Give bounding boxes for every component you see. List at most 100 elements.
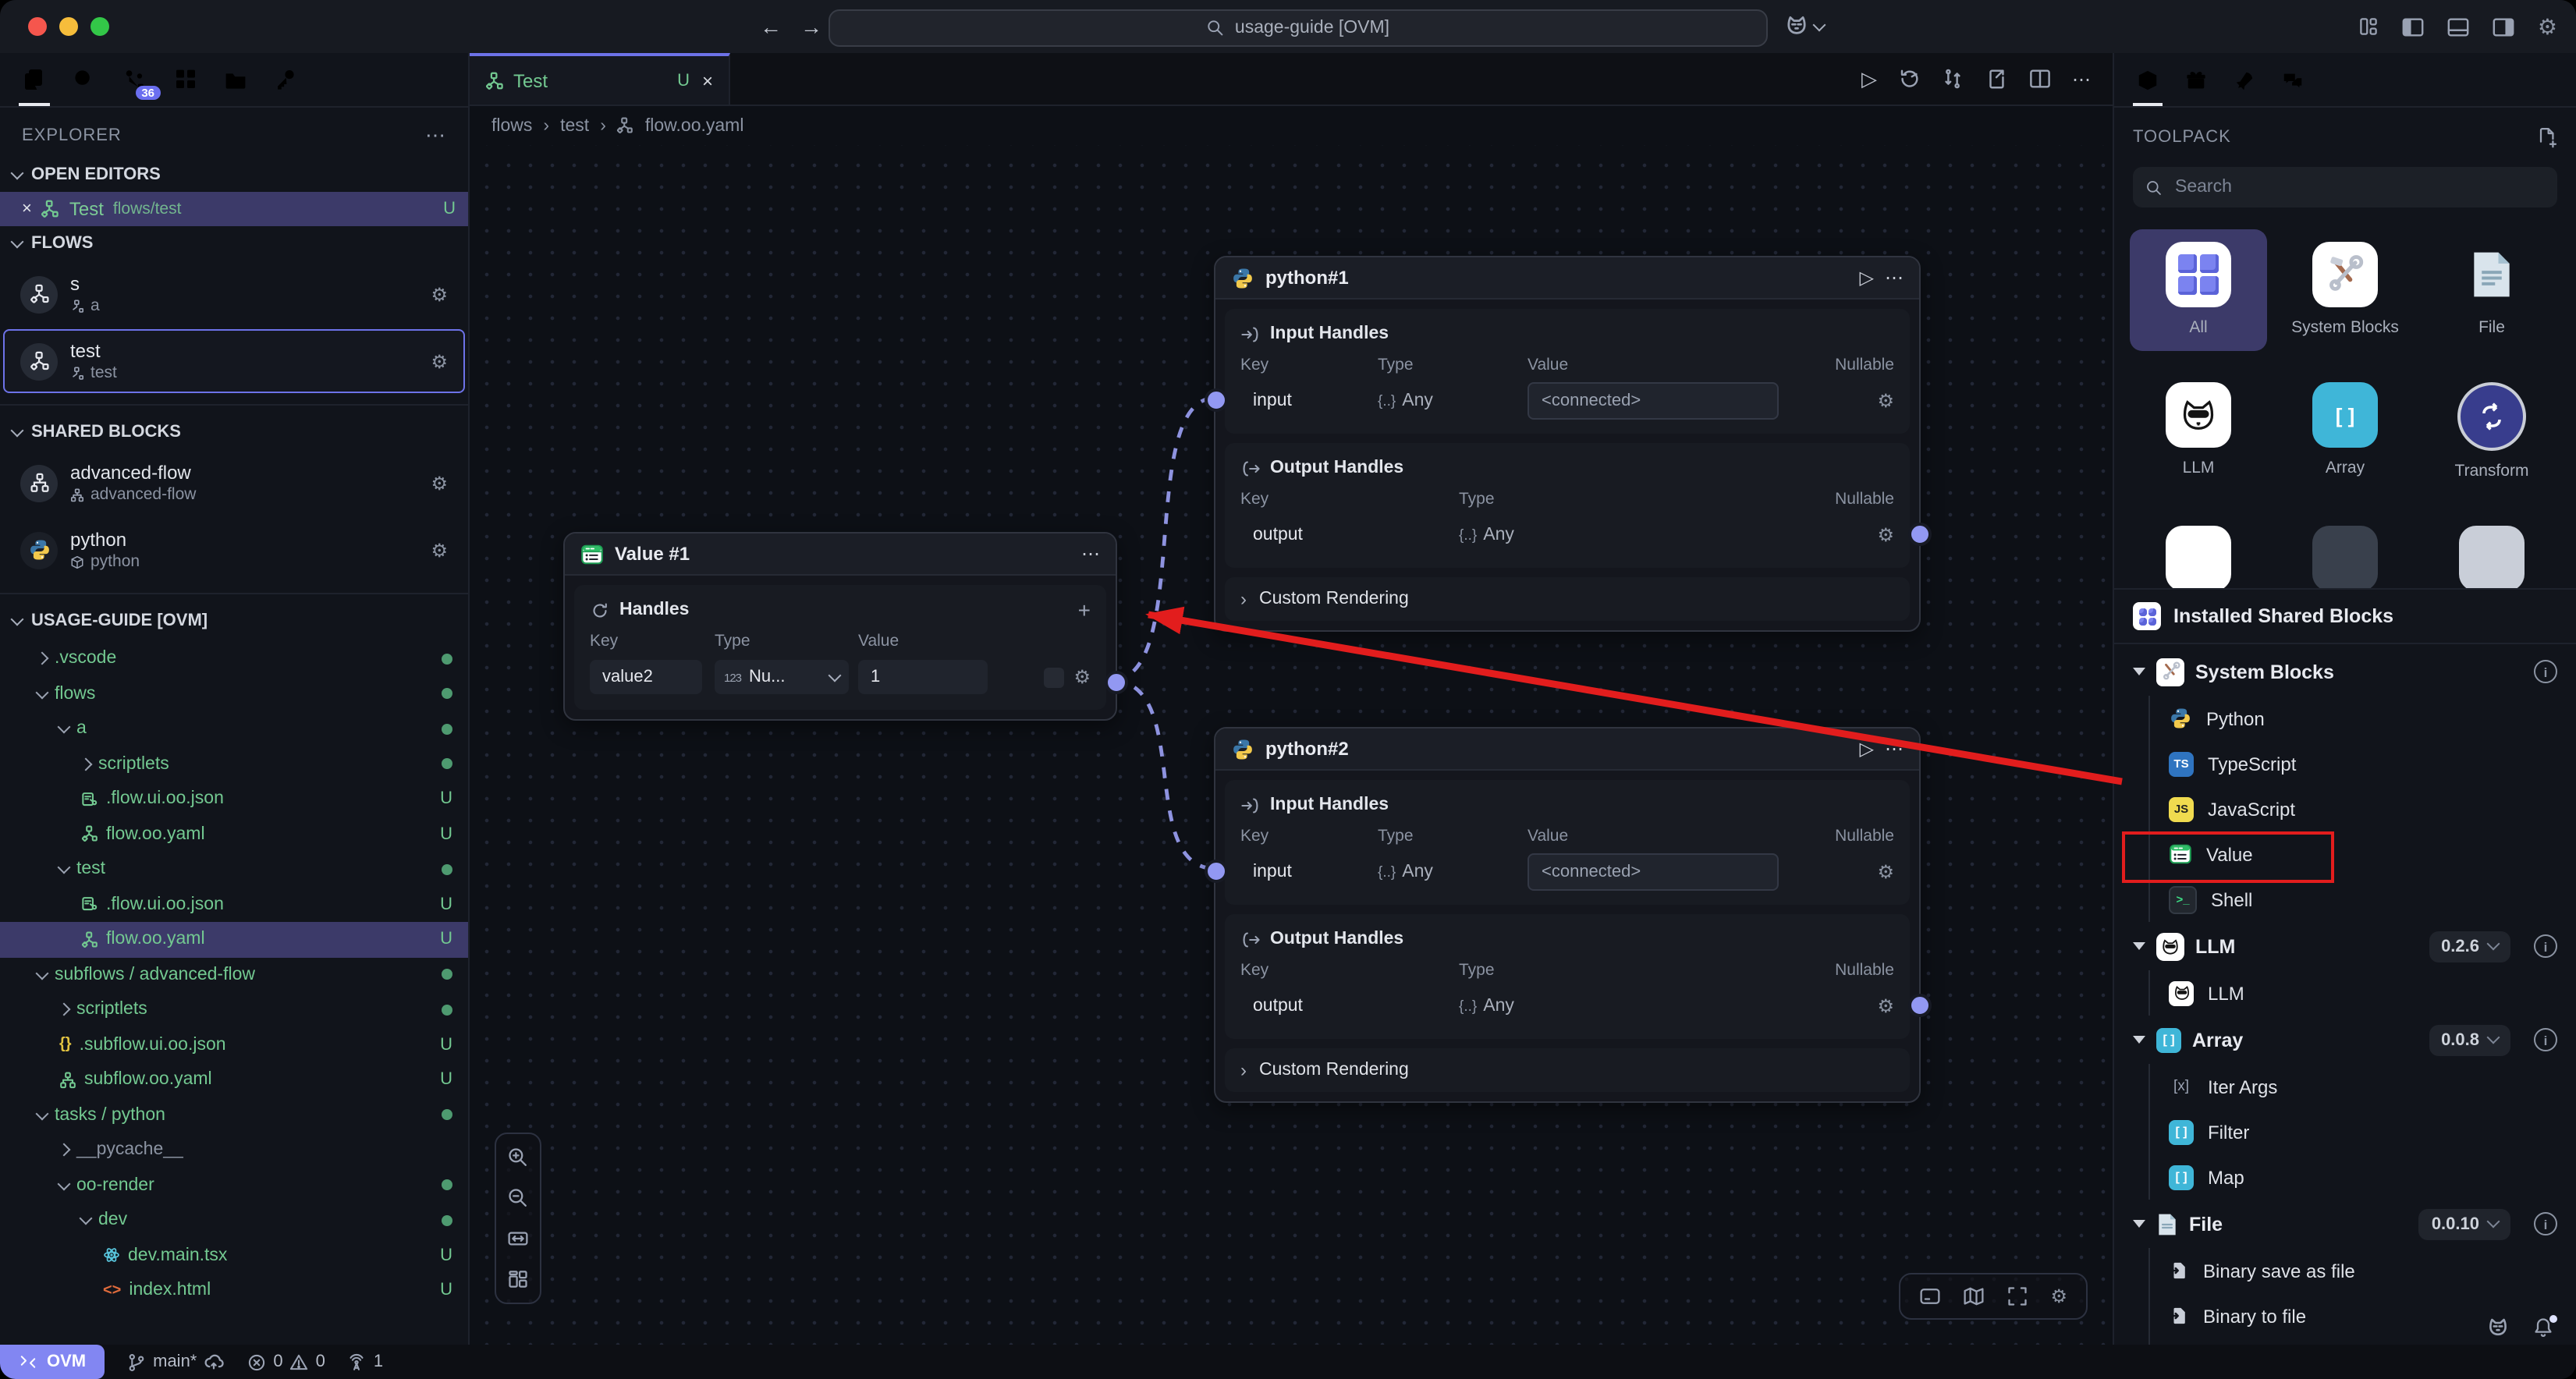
flows-section-header[interactable]: FLOWS: [0, 226, 468, 261]
auto-layout-icon[interactable]: [507, 1268, 529, 1290]
fit-width-icon[interactable]: [507, 1228, 529, 1250]
editor-more-icon[interactable]: ⋯: [2072, 68, 2091, 90]
notifications-bell-icon[interactable]: [2532, 1317, 2554, 1338]
tree-row-pycache[interactable]: __pycache__: [0, 1133, 468, 1168]
value1-output-handle[interactable]: [1105, 671, 1128, 694]
shared-item-advanced-flow[interactable]: advanced-flow advanced-flow ⚙: [3, 451, 465, 515]
remote-indicator[interactable]: OVM: [0, 1345, 105, 1379]
tree-row-tasks-python[interactable]: tasks / python: [0, 1097, 468, 1133]
gear-icon[interactable]: ⚙: [431, 539, 448, 561]
flow-canvas[interactable]: Value #1 ⋯ Handles + KeyTypeValue: [470, 145, 2113, 1345]
info-icon[interactable]: [2534, 1212, 2557, 1235]
shared-blocks-header[interactable]: SHARED BLOCKS: [0, 415, 468, 449]
toggle-left-sidebar-icon[interactable]: [2402, 15, 2425, 38]
info-icon[interactable]: [2534, 934, 2557, 958]
group-system-blocks[interactable]: System Blocks: [2114, 647, 2576, 696]
tree-row-dev[interactable]: dev: [0, 1203, 468, 1238]
node-header[interactable]: python#1 ▷ ⋯: [1215, 257, 1919, 300]
minimize-window-button[interactable]: [59, 17, 78, 36]
tree-row-flow-yaml[interactable]: flow.oo.yamlU: [0, 817, 468, 852]
toolpack-search-input[interactable]: [2172, 176, 2545, 198]
compare-changes-icon[interactable]: [1941, 67, 1964, 90]
block-item-javascript[interactable]: JS JavaScript: [2114, 786, 2576, 831]
flows-sidebar-icon[interactable]: 36: [122, 53, 148, 106]
maximize-window-button[interactable]: [90, 17, 109, 36]
version-select[interactable]: 0.2.6: [2429, 931, 2510, 962]
key-sidebar-icon[interactable]: [273, 53, 298, 106]
gear-icon[interactable]: ⚙: [431, 472, 448, 494]
tree-row-test-flow-yaml-selected[interactable]: flow.oo.yamlU: [0, 922, 468, 957]
category-stub-3[interactable]: [2423, 514, 2560, 589]
block-item-map[interactable]: [ ] Map: [2114, 1154, 2576, 1200]
zoom-out-icon[interactable]: [507, 1187, 529, 1209]
gear-icon[interactable]: ⚙: [1073, 666, 1091, 688]
run-node-icon[interactable]: ▷: [1860, 738, 1874, 760]
category-llm[interactable]: LLM: [2130, 370, 2267, 495]
rocket-tab-icon[interactable]: [2233, 53, 2256, 106]
tree-row-subflow-ui-json[interactable]: {}.subflow.ui.oo.jsonU: [0, 1027, 468, 1062]
rerun-icon[interactable]: [1897, 67, 1921, 90]
fullscreen-icon[interactable]: [2007, 1285, 2028, 1307]
category-system-blocks[interactable]: System Blocks: [2276, 229, 2414, 351]
category-file[interactable]: File: [2423, 229, 2560, 351]
package-tab-icon[interactable]: [2136, 53, 2159, 106]
tab-close-icon[interactable]: ×: [702, 69, 713, 91]
cat-icon[interactable]: [2486, 1315, 2510, 1340]
gear-icon[interactable]: ⚙: [431, 350, 448, 372]
version-select[interactable]: 0.0.10: [2419, 1208, 2510, 1239]
ports-status[interactable]: 1: [347, 1352, 383, 1372]
export-file-icon[interactable]: [1985, 67, 2008, 90]
category-all[interactable]: All: [2130, 229, 2267, 351]
node-more-icon[interactable]: ⋯: [1885, 267, 1904, 289]
block-item-iter-args[interactable]: [x] Iter Args: [2114, 1064, 2576, 1109]
toggle-right-sidebar-icon[interactable]: [2493, 15, 2516, 38]
zoom-in-icon[interactable]: [507, 1147, 529, 1168]
open-editor-item[interactable]: × Test flows/test U: [0, 192, 468, 226]
chat-tab-icon[interactable]: [2281, 53, 2305, 106]
workspace-header[interactable]: USAGE-GUIDE [OVM]: [0, 604, 468, 638]
category-stub-2[interactable]: [2276, 514, 2414, 589]
info-icon[interactable]: [2534, 1028, 2557, 1051]
tree-row-subflows[interactable]: subflows / advanced-flow: [0, 957, 468, 992]
console-icon[interactable]: [1919, 1285, 1941, 1307]
tree-row-a[interactable]: a: [0, 711, 468, 746]
block-item-filter[interactable]: [ ] Filter: [2114, 1109, 2576, 1154]
python1-output-handle[interactable]: [1908, 523, 1932, 546]
close-window-button[interactable]: [28, 17, 47, 36]
gear-icon[interactable]: ⚙: [1877, 995, 1894, 1017]
minimap-icon[interactable]: [1963, 1285, 1985, 1307]
explorer-files-icon[interactable]: [22, 53, 47, 106]
run-flow-icon[interactable]: ▷: [1861, 66, 1877, 91]
new-toolpack-icon[interactable]: [2535, 126, 2557, 148]
flow-item-test[interactable]: test test ⚙: [3, 329, 465, 393]
tab-test[interactable]: Test U ×: [470, 53, 730, 105]
tree-row-index-html[interactable]: <>index.htmlU: [0, 1273, 468, 1308]
node-value-1[interactable]: Value #1 ⋯ Handles + KeyTypeValue: [563, 532, 1117, 721]
tree-row-test[interactable]: test: [0, 852, 468, 887]
block-item-python[interactable]: Python: [2114, 696, 2576, 741]
handle-type-select[interactable]: 123Nu...: [715, 660, 849, 694]
flow-item-s[interactable]: s a ⚙: [3, 262, 465, 326]
canvas-settings-icon[interactable]: ⚙: [2050, 1285, 2067, 1307]
tree-row-subflow-yaml[interactable]: subflow.oo.yamlU: [0, 1062, 468, 1097]
info-icon[interactable]: [2534, 660, 2557, 683]
close-icon[interactable]: ×: [22, 200, 32, 218]
custom-rendering-section[interactable]: › Custom Rendering: [1225, 577, 1910, 621]
gift-tab-icon[interactable]: [2184, 53, 2208, 106]
category-transform[interactable]: Transform: [2423, 370, 2560, 495]
handle-key-input[interactable]: value2: [590, 660, 702, 694]
python1-input-handle[interactable]: [1205, 388, 1228, 412]
forward-icon[interactable]: →: [800, 14, 822, 39]
category-stub-1[interactable]: [2130, 514, 2267, 589]
tree-row-subflow-scriptlets[interactable]: scriptlets: [0, 992, 468, 1027]
node-header[interactable]: python#2 ▷ ⋯: [1215, 728, 1919, 771]
block-item-binary-save[interactable]: Binary save as file: [2114, 1248, 2576, 1293]
tree-row-flow-ui-json[interactable]: .flow.ui.oo.jsonU: [0, 782, 468, 817]
group-llm[interactable]: LLM 0.2.6: [2114, 922, 2576, 970]
category-array[interactable]: [ ] Array: [2276, 370, 2414, 495]
settings-gear-icon[interactable]: ⚙: [2538, 13, 2557, 40]
explorer-more-icon[interactable]: ⋯: [425, 123, 446, 148]
node-header[interactable]: Value #1 ⋯: [565, 534, 1116, 576]
python2-input-handle[interactable]: [1205, 860, 1228, 883]
search-sidebar-icon[interactable]: [72, 53, 97, 106]
